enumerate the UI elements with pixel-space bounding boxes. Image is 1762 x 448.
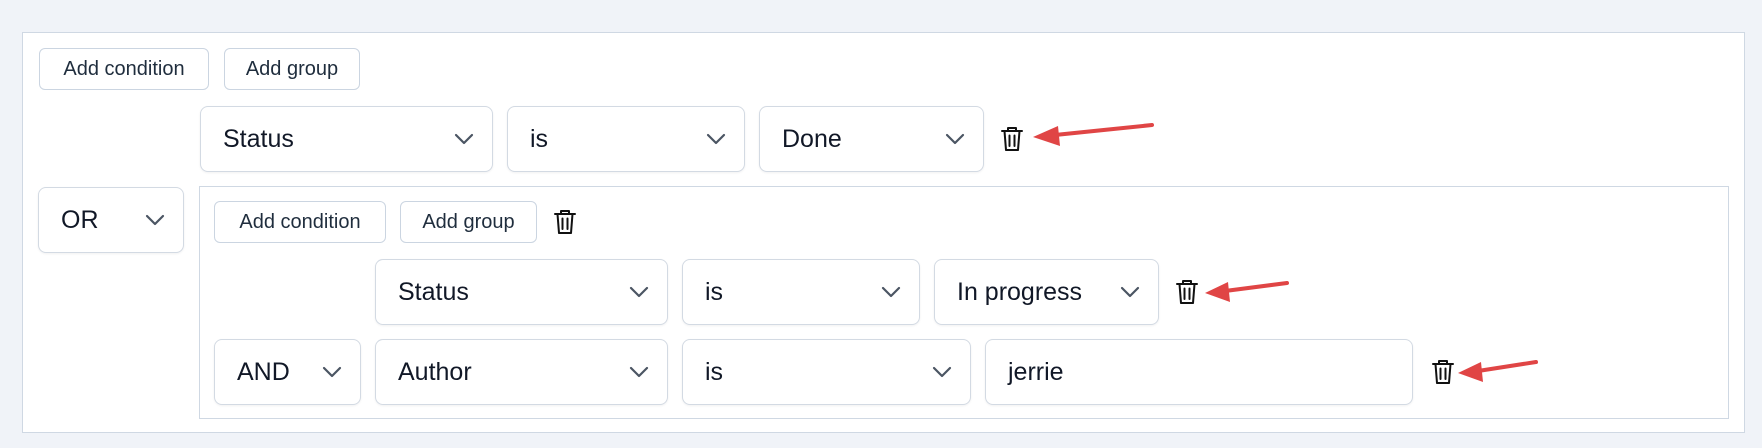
rule-operator-select[interactable]: is — [682, 339, 971, 405]
chevron-down-icon — [629, 340, 649, 404]
chevron-down-icon — [706, 107, 726, 171]
rule-operator-value: is — [530, 125, 549, 153]
chevron-down-icon — [932, 340, 952, 404]
rule-field-value: Status — [398, 278, 469, 306]
rule-value-select[interactable]: In progress — [934, 259, 1159, 325]
trash-icon — [1432, 360, 1454, 384]
chevron-down-icon — [629, 260, 649, 324]
trash-icon — [1176, 280, 1198, 304]
rule-operator-select[interactable]: is — [682, 259, 920, 325]
rule-value-value: In progress — [957, 278, 1083, 306]
rule-field-value: Author — [398, 358, 472, 386]
trash-icon — [1001, 127, 1023, 151]
delete-rule-button[interactable] — [1429, 357, 1457, 387]
delete-rule-button[interactable] — [998, 124, 1026, 154]
rule-group: Add condition Add group Status is In pro… — [199, 186, 1729, 419]
chevron-down-icon — [145, 188, 165, 252]
add-condition-button[interactable]: Add condition — [39, 48, 209, 90]
add-group-button[interactable]: Add group — [400, 201, 537, 243]
chevron-down-icon — [1120, 260, 1140, 324]
add-group-button[interactable]: Add group — [224, 48, 360, 90]
rule-field-select[interactable]: Author — [375, 339, 668, 405]
rule-operator-select[interactable]: is — [507, 106, 745, 172]
combinator-value: AND — [237, 358, 290, 386]
combinator-select[interactable]: AND — [214, 339, 361, 405]
chevron-down-icon — [454, 107, 474, 171]
rule-field-select[interactable]: Status — [375, 259, 668, 325]
rule-value-value: Done — [782, 125, 842, 153]
delete-rule-button[interactable] — [1173, 277, 1201, 307]
rule-operator-value: is — [705, 358, 724, 386]
rule-field-select[interactable]: Status — [200, 106, 493, 172]
rule-operator-value: is — [705, 278, 724, 306]
rule-value-text: jerrie — [1008, 358, 1064, 386]
chevron-down-icon — [881, 260, 901, 324]
rule-value-input[interactable]: jerrie — [985, 339, 1413, 405]
rule-field-value: Status — [223, 125, 294, 153]
combinator-select[interactable]: OR — [38, 187, 184, 253]
rule-value-select[interactable]: Done — [759, 106, 984, 172]
chevron-down-icon — [322, 340, 342, 404]
add-condition-button[interactable]: Add condition — [214, 201, 386, 243]
combinator-value: OR — [61, 206, 99, 234]
chevron-down-icon — [945, 107, 965, 171]
trash-icon — [554, 210, 576, 234]
delete-group-button[interactable] — [551, 207, 579, 237]
